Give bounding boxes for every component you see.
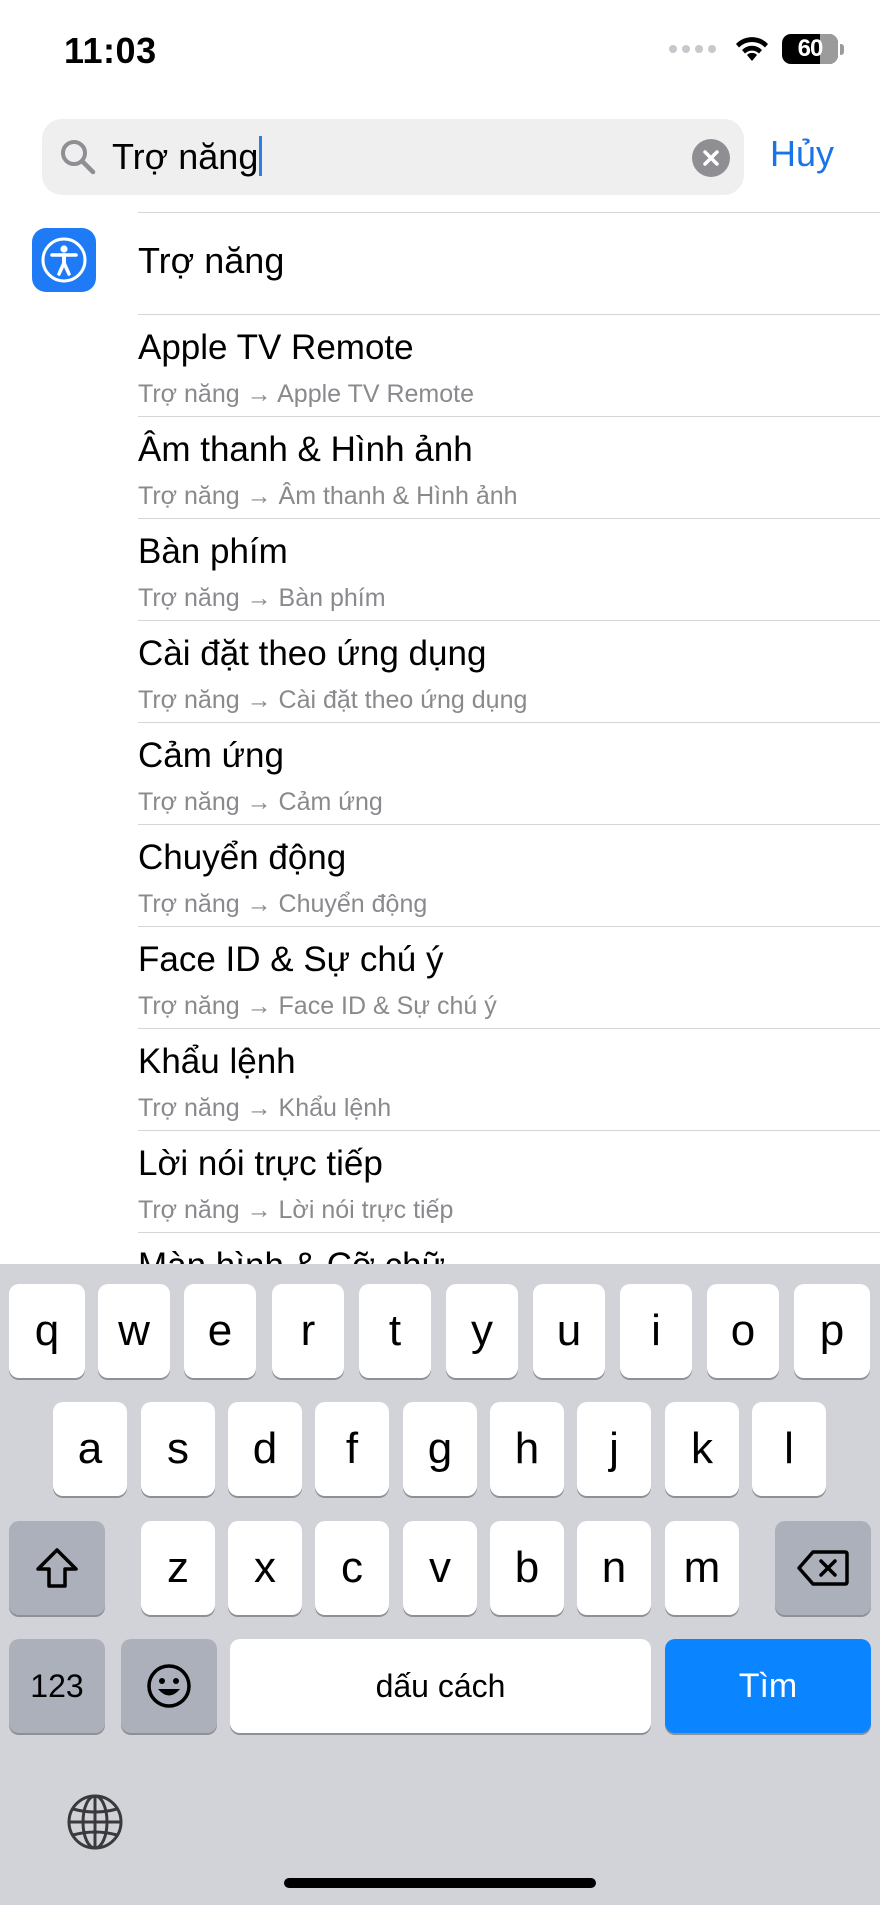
result-title: Trợ năng bbox=[138, 240, 285, 281]
key-k[interactable]: k bbox=[665, 1402, 739, 1496]
key-r[interactable]: r bbox=[272, 1284, 344, 1378]
search-input[interactable]: Trợ năng bbox=[112, 136, 258, 177]
divider bbox=[138, 722, 880, 723]
key-l[interactable]: l bbox=[752, 1402, 826, 1496]
divider bbox=[138, 314, 880, 315]
emoji-key[interactable] bbox=[121, 1639, 217, 1733]
key-n[interactable]: n bbox=[577, 1521, 651, 1615]
result-title: Apple TV Remote bbox=[138, 328, 414, 367]
key-g[interactable]: g bbox=[403, 1402, 477, 1496]
result-row[interactable]: Bàn phím Trợ năng → Bàn phím bbox=[0, 518, 880, 620]
key-q[interactable]: q bbox=[9, 1284, 85, 1378]
delete-key[interactable] bbox=[775, 1521, 871, 1615]
backspace-icon bbox=[797, 1550, 849, 1586]
search-icon bbox=[61, 140, 96, 175]
status-time: 11:03 bbox=[64, 30, 157, 71]
key-f[interactable]: f bbox=[315, 1402, 389, 1496]
result-title: Âm thanh & Hình ảnh bbox=[138, 430, 473, 469]
cellular-signal-icon bbox=[669, 45, 716, 53]
result-path: Trợ năng → Chuyển động bbox=[138, 890, 428, 918]
shift-icon bbox=[36, 1548, 78, 1588]
cancel-button[interactable]: Hủy bbox=[770, 133, 834, 175]
key-i[interactable]: i bbox=[620, 1284, 692, 1378]
result-path: Trợ năng → Face ID & Sự chú ý bbox=[138, 992, 497, 1020]
key-y[interactable]: y bbox=[446, 1284, 518, 1378]
status-icons: 60 bbox=[669, 34, 844, 64]
divider bbox=[138, 824, 880, 825]
key-w[interactable]: w bbox=[98, 1284, 170, 1378]
result-row[interactable]: Lời nói trực tiếp Trợ năng → Lời nói trự… bbox=[0, 1130, 880, 1232]
result-row[interactable]: Màn hình & Cỡ chữ bbox=[0, 1232, 880, 1264]
shift-key[interactable] bbox=[9, 1521, 105, 1615]
wifi-icon bbox=[736, 37, 768, 61]
accessibility-icon bbox=[32, 228, 96, 292]
result-title: Face ID & Sự chú ý bbox=[138, 940, 444, 979]
key-h[interactable]: h bbox=[490, 1402, 564, 1496]
result-path: Trợ năng → Khẩu lệnh bbox=[138, 1094, 392, 1122]
divider bbox=[138, 926, 880, 927]
key-v[interactable]: v bbox=[403, 1521, 477, 1615]
home-indicator bbox=[284, 1878, 596, 1888]
search-results-list: Trợ năng Apple TV Remote Trợ năng → Appl… bbox=[0, 212, 880, 1264]
divider bbox=[138, 518, 880, 519]
result-row[interactable]: Apple TV Remote Trợ năng → Apple TV Remo… bbox=[0, 314, 880, 416]
space-key[interactable]: dấu cách bbox=[230, 1639, 651, 1733]
result-path: Trợ năng → Bàn phím bbox=[138, 584, 386, 612]
status-bar: 11:03 60 bbox=[0, 0, 880, 100]
result-title: Chuyển động bbox=[138, 838, 347, 877]
key-t[interactable]: t bbox=[359, 1284, 431, 1378]
result-path: Trợ năng → Cảm ứng bbox=[138, 788, 383, 816]
search-key[interactable]: Tìm bbox=[665, 1639, 871, 1733]
close-icon bbox=[703, 150, 719, 166]
key-a[interactable]: a bbox=[53, 1402, 127, 1496]
result-path: Trợ năng → Âm thanh & Hình ảnh bbox=[138, 482, 518, 510]
emoji-icon bbox=[147, 1664, 191, 1708]
result-title: Bàn phím bbox=[138, 532, 288, 571]
result-title: Cảm ứng bbox=[138, 736, 284, 775]
result-path: Trợ năng → Lời nói trực tiếp bbox=[138, 1196, 454, 1224]
result-row[interactable]: Cài đặt theo ứng dụng Trợ năng → Cài đặt… bbox=[0, 620, 880, 722]
result-row[interactable]: Face ID & Sự chú ý Trợ năng → Face ID & … bbox=[0, 926, 880, 1028]
divider bbox=[138, 1028, 880, 1029]
key-j[interactable]: j bbox=[577, 1402, 651, 1496]
battery-indicator: 60 bbox=[782, 34, 838, 64]
result-row[interactable]: Khẩu lệnh Trợ năng → Khẩu lệnh bbox=[0, 1028, 880, 1130]
divider bbox=[138, 620, 880, 621]
key-s[interactable]: s bbox=[141, 1402, 215, 1496]
divider bbox=[138, 1130, 880, 1131]
key-c[interactable]: c bbox=[315, 1521, 389, 1615]
result-path: Trợ năng → Cài đặt theo ứng dụng bbox=[138, 686, 528, 714]
globe-icon[interactable] bbox=[66, 1793, 124, 1851]
text-cursor bbox=[259, 136, 263, 176]
result-title: Lời nói trực tiếp bbox=[138, 1144, 383, 1183]
numbers-key[interactable]: 123 bbox=[9, 1639, 105, 1733]
result-title: Cài đặt theo ứng dụng bbox=[138, 634, 487, 673]
clear-search-button[interactable] bbox=[692, 139, 730, 177]
divider bbox=[138, 1232, 880, 1233]
result-title: Màn hình & Cỡ chữ bbox=[138, 1246, 445, 1264]
battery-level: 60 bbox=[797, 35, 824, 62]
key-o[interactable]: o bbox=[707, 1284, 779, 1378]
divider bbox=[138, 416, 880, 417]
key-b[interactable]: b bbox=[490, 1521, 564, 1615]
result-path: Trợ năng → Apple TV Remote bbox=[138, 380, 474, 408]
key-u[interactable]: u bbox=[533, 1284, 605, 1378]
key-x[interactable]: x bbox=[228, 1521, 302, 1615]
result-row[interactable]: Cảm ứng Trợ năng → Cảm ứng bbox=[0, 722, 880, 824]
key-p[interactable]: p bbox=[794, 1284, 870, 1378]
result-title: Khẩu lệnh bbox=[138, 1042, 296, 1081]
result-row[interactable]: Chuyển động Trợ năng → Chuyển động bbox=[0, 824, 880, 926]
result-row-accessibility[interactable]: Trợ năng bbox=[0, 212, 880, 314]
key-e[interactable]: e bbox=[184, 1284, 256, 1378]
key-m[interactable]: m bbox=[665, 1521, 739, 1615]
search-field[interactable]: Trợ năng bbox=[42, 119, 744, 195]
result-row[interactable]: Âm thanh & Hình ảnh Trợ năng → Âm thanh … bbox=[0, 416, 880, 518]
key-z[interactable]: z bbox=[141, 1521, 215, 1615]
key-d[interactable]: d bbox=[228, 1402, 302, 1496]
